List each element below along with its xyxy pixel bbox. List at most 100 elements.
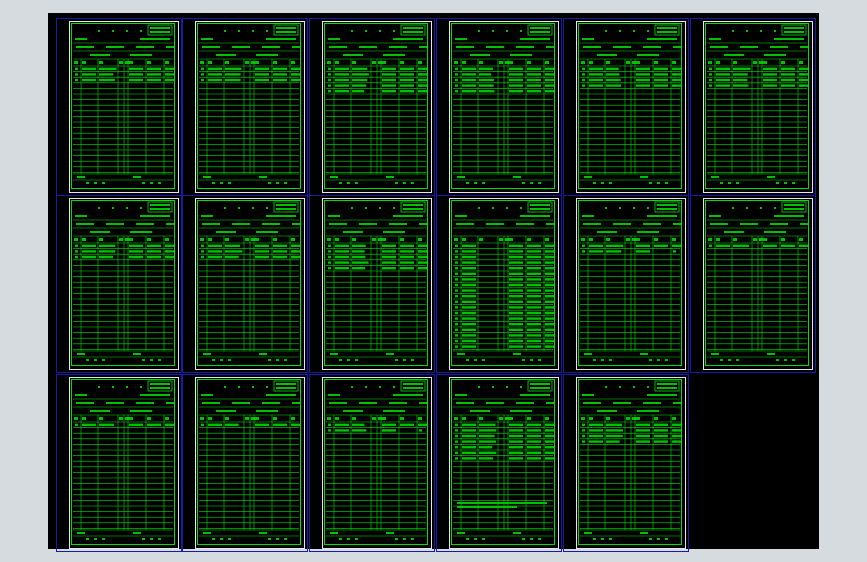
drawing-sheet-r3c4[interactable]	[436, 374, 562, 552]
row-text	[400, 73, 414, 76]
column-header-glyph	[382, 238, 386, 241]
footer-mark	[466, 182, 469, 184]
row-text	[462, 278, 476, 281]
column-header-glyph	[479, 238, 483, 241]
row-text	[606, 84, 622, 87]
row-text	[462, 289, 476, 292]
row-mark	[673, 423, 676, 426]
row-mark	[166, 244, 169, 247]
row-number	[328, 67, 331, 70]
row-text	[479, 78, 494, 82]
header-text	[709, 38, 721, 40]
title-block	[147, 201, 173, 213]
drawing-sheet-r2c3[interactable]	[309, 195, 435, 373]
row-text	[208, 67, 222, 70]
process-card-drawing	[326, 201, 427, 361]
row-text	[273, 244, 287, 247]
column-header-glyph	[589, 417, 593, 420]
row-number	[201, 250, 204, 253]
drawing-sheet-r1c6[interactable]	[690, 18, 816, 196]
header-cell-text	[359, 223, 377, 225]
row-text	[479, 67, 493, 70]
row-text	[589, 84, 603, 87]
section-label	[597, 231, 617, 233]
drawing-sheet-r2c1[interactable]	[56, 195, 182, 373]
row-text	[462, 272, 476, 275]
column-header-glyph	[581, 417, 585, 420]
footer-mark	[522, 538, 525, 540]
row-text	[527, 84, 541, 87]
footer-text	[203, 532, 211, 534]
row-text	[462, 90, 476, 93]
footer-mark	[538, 182, 541, 184]
row-mark	[419, 423, 422, 426]
drawing-sheet-r1c5[interactable]	[563, 18, 689, 196]
drawing-sheet-r1c2[interactable]	[182, 18, 308, 196]
row-text	[606, 73, 620, 76]
header-mark	[112, 386, 114, 388]
process-card-frame	[197, 200, 301, 366]
header-cell-text	[583, 46, 601, 48]
row-text	[82, 250, 96, 253]
drawing-sheet-r1c1[interactable]	[56, 18, 182, 196]
drawing-sheet-r2c4[interactable]	[436, 195, 562, 373]
row-mark	[673, 78, 676, 82]
drawing-sheet-r1c3[interactable]	[309, 18, 435, 196]
header-cell-text	[583, 223, 601, 225]
row-number	[582, 423, 585, 426]
column-header-glyph	[716, 238, 720, 241]
drawing-sheet-r2c2[interactable]	[182, 195, 308, 373]
header-mark	[379, 207, 381, 209]
row-text	[335, 250, 349, 253]
row-text	[273, 255, 287, 259]
column-header-glyph	[632, 417, 636, 420]
drawing-canvas[interactable]	[48, 13, 819, 552]
footer-mark	[649, 182, 652, 184]
drawing-sheet-r2c6[interactable]	[690, 195, 816, 373]
row-text	[225, 67, 242, 70]
column-header-glyph	[499, 417, 503, 420]
row-text	[716, 67, 730, 70]
column-header-glyph	[255, 238, 259, 241]
row-text	[147, 250, 161, 253]
drawing-sheet-r3c2[interactable]	[182, 374, 308, 552]
process-card-drawing	[326, 380, 427, 540]
column-header-glyph	[799, 61, 803, 64]
row-mark	[419, 255, 422, 259]
drawing-sheet-r3c3[interactable]	[309, 374, 435, 552]
row-mark	[419, 78, 422, 82]
row-text	[527, 261, 541, 264]
header-text	[582, 38, 594, 40]
drawing-sheet-r3c5[interactable]	[563, 374, 689, 552]
row-text	[225, 244, 241, 247]
column-header-glyph	[147, 238, 151, 241]
title-block	[654, 201, 680, 213]
column-header-glyph	[82, 61, 86, 64]
row-text	[509, 339, 523, 343]
header-text	[455, 215, 467, 217]
footer-mark	[403, 538, 406, 540]
row-mark	[546, 250, 549, 253]
row-text	[462, 84, 476, 87]
footer-text	[711, 353, 719, 355]
drawing-sheet-r3c1[interactable]	[56, 374, 182, 552]
row-text	[255, 78, 269, 82]
row-number	[709, 67, 712, 70]
title-block-text	[657, 208, 677, 210]
drawing-sheet-r1c4[interactable]	[436, 18, 562, 196]
row-text	[781, 73, 795, 76]
footer-mark	[601, 538, 604, 540]
column-header-glyph	[291, 238, 295, 241]
column-header-glyph	[753, 61, 757, 64]
column-header-glyph	[208, 61, 212, 64]
drawing-sheet-r2c5[interactable]	[563, 195, 689, 373]
header-mark	[647, 30, 649, 32]
header-mark	[506, 30, 508, 32]
row-text	[462, 440, 476, 443]
column-header-glyph	[273, 417, 277, 420]
row-mark	[419, 84, 422, 87]
row-text	[479, 84, 494, 87]
column-header-glyph	[716, 61, 720, 64]
header-mark	[619, 207, 621, 209]
column-header-glyph	[74, 238, 78, 241]
